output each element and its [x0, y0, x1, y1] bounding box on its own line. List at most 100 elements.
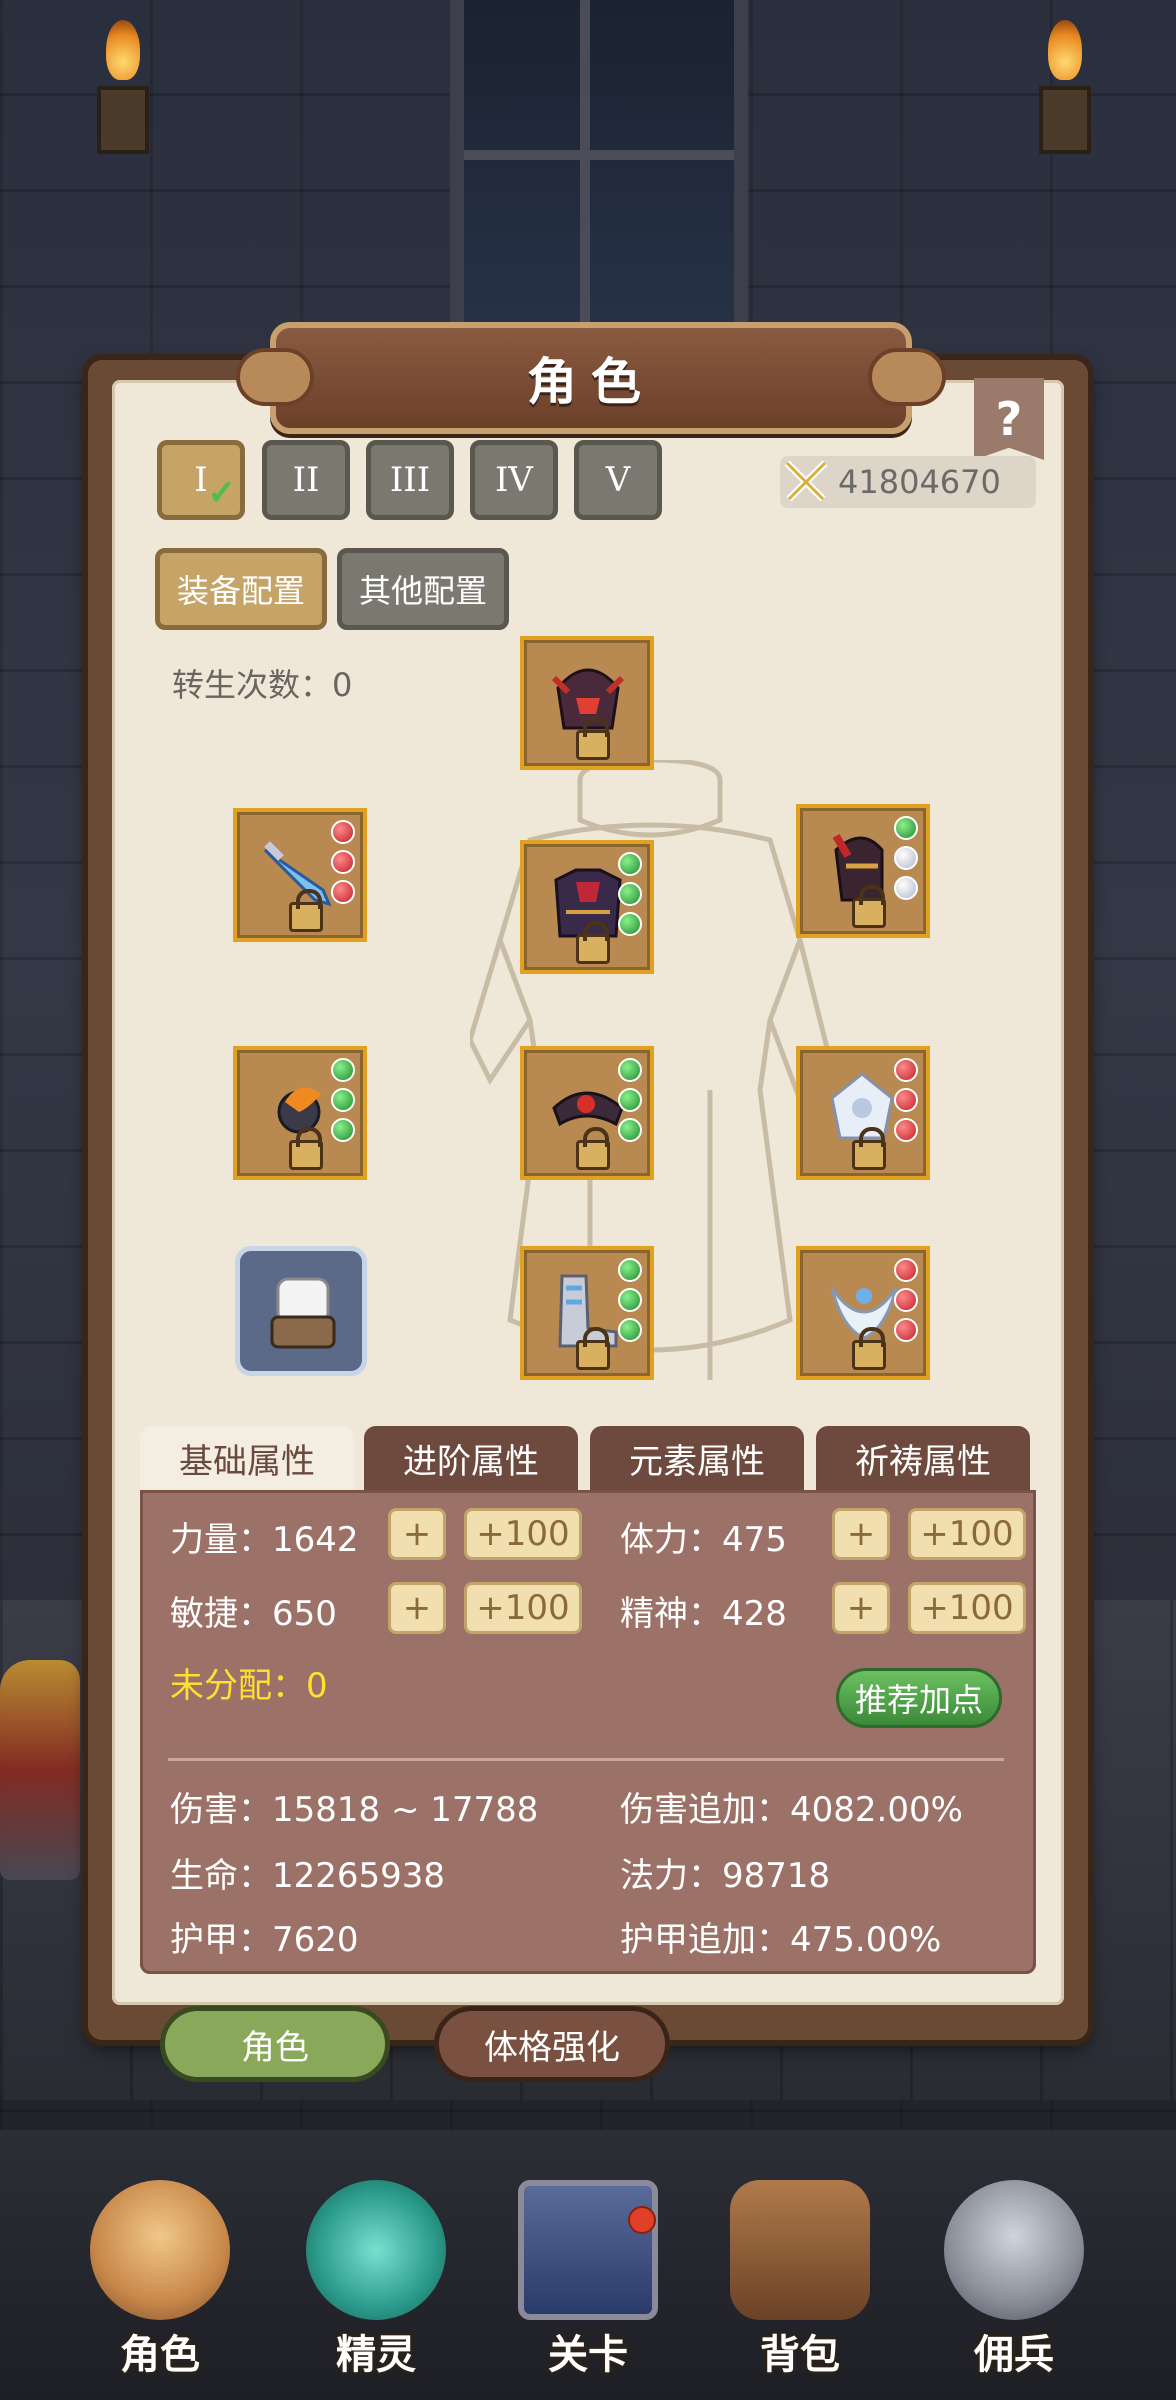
red-gem-icon: [331, 880, 355, 904]
green-gem-icon: [618, 1088, 642, 1112]
green-gem-icon: [618, 1058, 642, 1082]
lock-icon: [852, 1127, 886, 1170]
lock-icon: [852, 1327, 886, 1370]
rebirth-tab-label: IV: [495, 460, 533, 500]
other-config-button[interactable]: 其他配置: [337, 548, 509, 630]
nav-label: 佣兵: [974, 2332, 1054, 2378]
rebirth-tab-1[interactable]: I ✓: [157, 440, 245, 520]
torch-right: [1030, 20, 1100, 160]
green-gem-icon: [618, 1318, 642, 1342]
lock-icon: [289, 889, 323, 932]
gem-sockets: [894, 1258, 922, 1348]
lock-icon: [576, 717, 610, 760]
red-gem-icon: [894, 1318, 918, 1342]
green-gem-icon: [618, 912, 642, 936]
stat-spirit: 精神：428: [620, 1594, 787, 1634]
tab-base-attributes[interactable]: 基础属性: [140, 1426, 354, 1490]
torch-left: [88, 20, 158, 160]
slot-boots[interactable]: [520, 1246, 654, 1380]
agility-plus-one-button[interactable]: +: [388, 1582, 446, 1634]
stamina-plus-one-button[interactable]: +: [832, 1508, 890, 1560]
slot-charm[interactable]: [796, 1246, 930, 1380]
notification-badge: [628, 2206, 656, 2234]
slot-pet[interactable]: [235, 1246, 367, 1376]
nav-backpack[interactable]: 背包: [700, 2170, 900, 2380]
rebirth-count: 转生次数：0: [172, 666, 353, 704]
rebirth-tab-3[interactable]: III: [366, 440, 454, 520]
tab-element-attributes[interactable]: 元素属性: [590, 1426, 804, 1490]
stamina-plus-hundred-button[interactable]: +100: [908, 1508, 1026, 1560]
slot-weapon[interactable]: [233, 808, 367, 942]
nav-stage[interactable]: 关卡: [488, 2170, 688, 2380]
nav-spirit[interactable]: 精灵: [276, 2170, 476, 2380]
strength-plus-hundred-button[interactable]: +100: [464, 1508, 582, 1560]
nav-label: 背包: [760, 2332, 840, 2378]
rebirth-tab-label: II: [292, 460, 320, 500]
strength-plus-one-button[interactable]: +: [388, 1508, 446, 1560]
equipment-config-button[interactable]: 装备配置: [155, 548, 327, 630]
slot-shoulder[interactable]: [796, 804, 930, 938]
green-gem-icon: [618, 1118, 642, 1142]
unallocated-points: 未分配：0: [170, 1666, 328, 1706]
hero-portrait-icon: [90, 2180, 230, 2320]
slot-armor[interactable]: [520, 840, 654, 974]
red-gem-icon: [894, 1058, 918, 1082]
stat-stamina: 体力：475: [620, 1520, 787, 1560]
lock-icon: [289, 1127, 323, 1170]
slime-spirit-icon: [306, 2180, 446, 2320]
recommend-points-button[interactable]: 推荐加点: [836, 1668, 1002, 1728]
slot-belt[interactable]: [520, 1046, 654, 1180]
gem-sockets: [331, 820, 359, 910]
red-gem-icon: [331, 850, 355, 874]
dungeon-window: [450, 0, 748, 344]
agility-plus-hundred-button[interactable]: +100: [464, 1582, 582, 1634]
banner-ornament-right: [868, 348, 946, 406]
stat-armor: 护甲：7620: [170, 1920, 359, 1960]
spirit-plus-hundred-button[interactable]: +100: [908, 1582, 1026, 1634]
combat-power: 41804670: [780, 456, 1036, 508]
nav-character[interactable]: 角色: [60, 2170, 260, 2380]
rebirth-tab-label: I: [194, 460, 208, 500]
green-gem-icon: [331, 1118, 355, 1142]
armored-pet-icon: [270, 1277, 336, 1349]
slot-helmet[interactable]: [520, 636, 654, 770]
white-gem-icon: [894, 846, 918, 870]
rebirth-tab-5[interactable]: V: [574, 440, 662, 520]
gem-sockets: [618, 1258, 646, 1348]
rebirth-tab-2[interactable]: II: [262, 440, 350, 520]
red-gem-icon: [894, 1288, 918, 1312]
green-gem-icon: [618, 1258, 642, 1282]
rebirth-tab-label: V: [605, 460, 631, 500]
green-gem-icon: [331, 1058, 355, 1082]
spirit-plus-one-button[interactable]: +: [832, 1582, 890, 1634]
nav-label: 角色: [120, 2332, 200, 2378]
gem-sockets: [331, 1058, 359, 1148]
red-gem-icon: [894, 1088, 918, 1112]
tab-prayer-attributes[interactable]: 祈祷属性: [816, 1426, 1030, 1490]
nav-mercenary[interactable]: 佣兵: [914, 2170, 1114, 2380]
stat-strength: 力量：1642: [170, 1520, 359, 1560]
red-gem-icon: [894, 1258, 918, 1282]
checkmark-icon: ✓: [207, 473, 237, 513]
green-gem-icon: [894, 816, 918, 840]
green-gem-icon: [618, 1288, 642, 1312]
stat-armor-bonus: 护甲追加：475.00%: [620, 1920, 942, 1960]
banner-ornament-left: [236, 348, 314, 406]
rebirth-tab-4[interactable]: IV: [470, 440, 558, 520]
red-gem-icon: [894, 1118, 918, 1142]
green-gem-icon: [618, 882, 642, 906]
slot-ring[interactable]: [796, 1046, 930, 1180]
stat-mana: 法力：98718: [620, 1856, 831, 1896]
white-gem-icon: [894, 876, 918, 900]
lock-icon: [576, 1327, 610, 1370]
red-gem-icon: [331, 820, 355, 844]
combat-power-value: 41804670: [838, 463, 1001, 501]
tab-advanced-attributes[interactable]: 进阶属性: [364, 1426, 578, 1490]
divider: [168, 1758, 1004, 1761]
tab-physique[interactable]: 体格强化: [434, 2006, 670, 2082]
lock-icon: [852, 885, 886, 928]
slot-amulet[interactable]: [233, 1046, 367, 1180]
tab-character[interactable]: 角色: [160, 2006, 390, 2082]
crossed-swords-icon: [776, 452, 836, 512]
stat-agility: 敏捷：650: [170, 1594, 337, 1634]
